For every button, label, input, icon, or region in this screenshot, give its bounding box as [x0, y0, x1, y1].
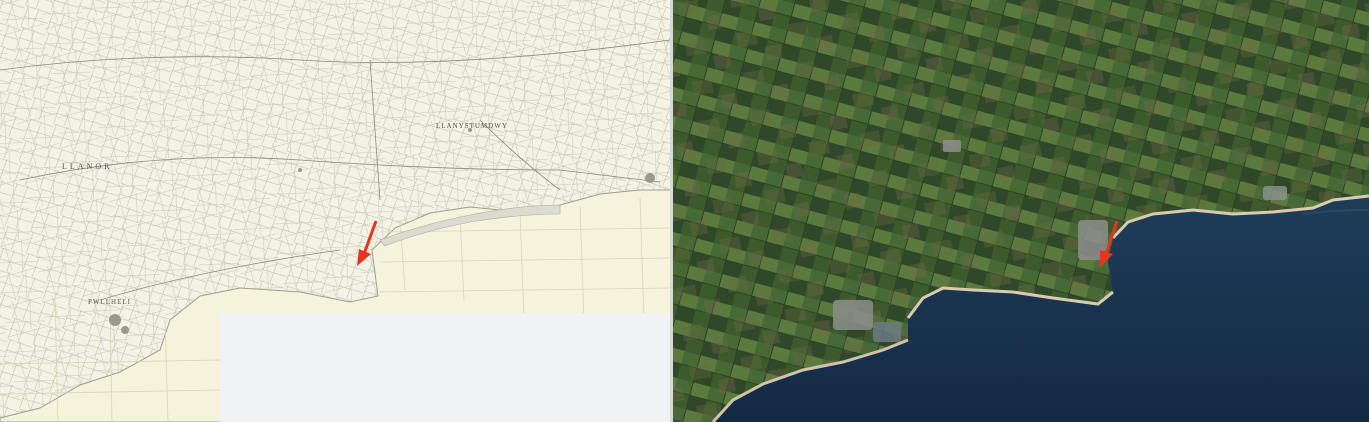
historic-map [0, 0, 670, 422]
historic-map-panel[interactable]: LLANOR LLANYSTUMDWY PWLLHELI [0, 0, 670, 422]
parish-label: LLANYSTUMDWY [436, 122, 508, 130]
satellite-map-panel[interactable] [673, 0, 1369, 422]
map-comparison: LLANOR LLANYSTUMDWY PWLLHELI [0, 0, 1369, 422]
town-label: PWLLHELI [88, 298, 131, 306]
district-label: LLANOR [62, 162, 113, 171]
satellite-map [673, 0, 1369, 422]
